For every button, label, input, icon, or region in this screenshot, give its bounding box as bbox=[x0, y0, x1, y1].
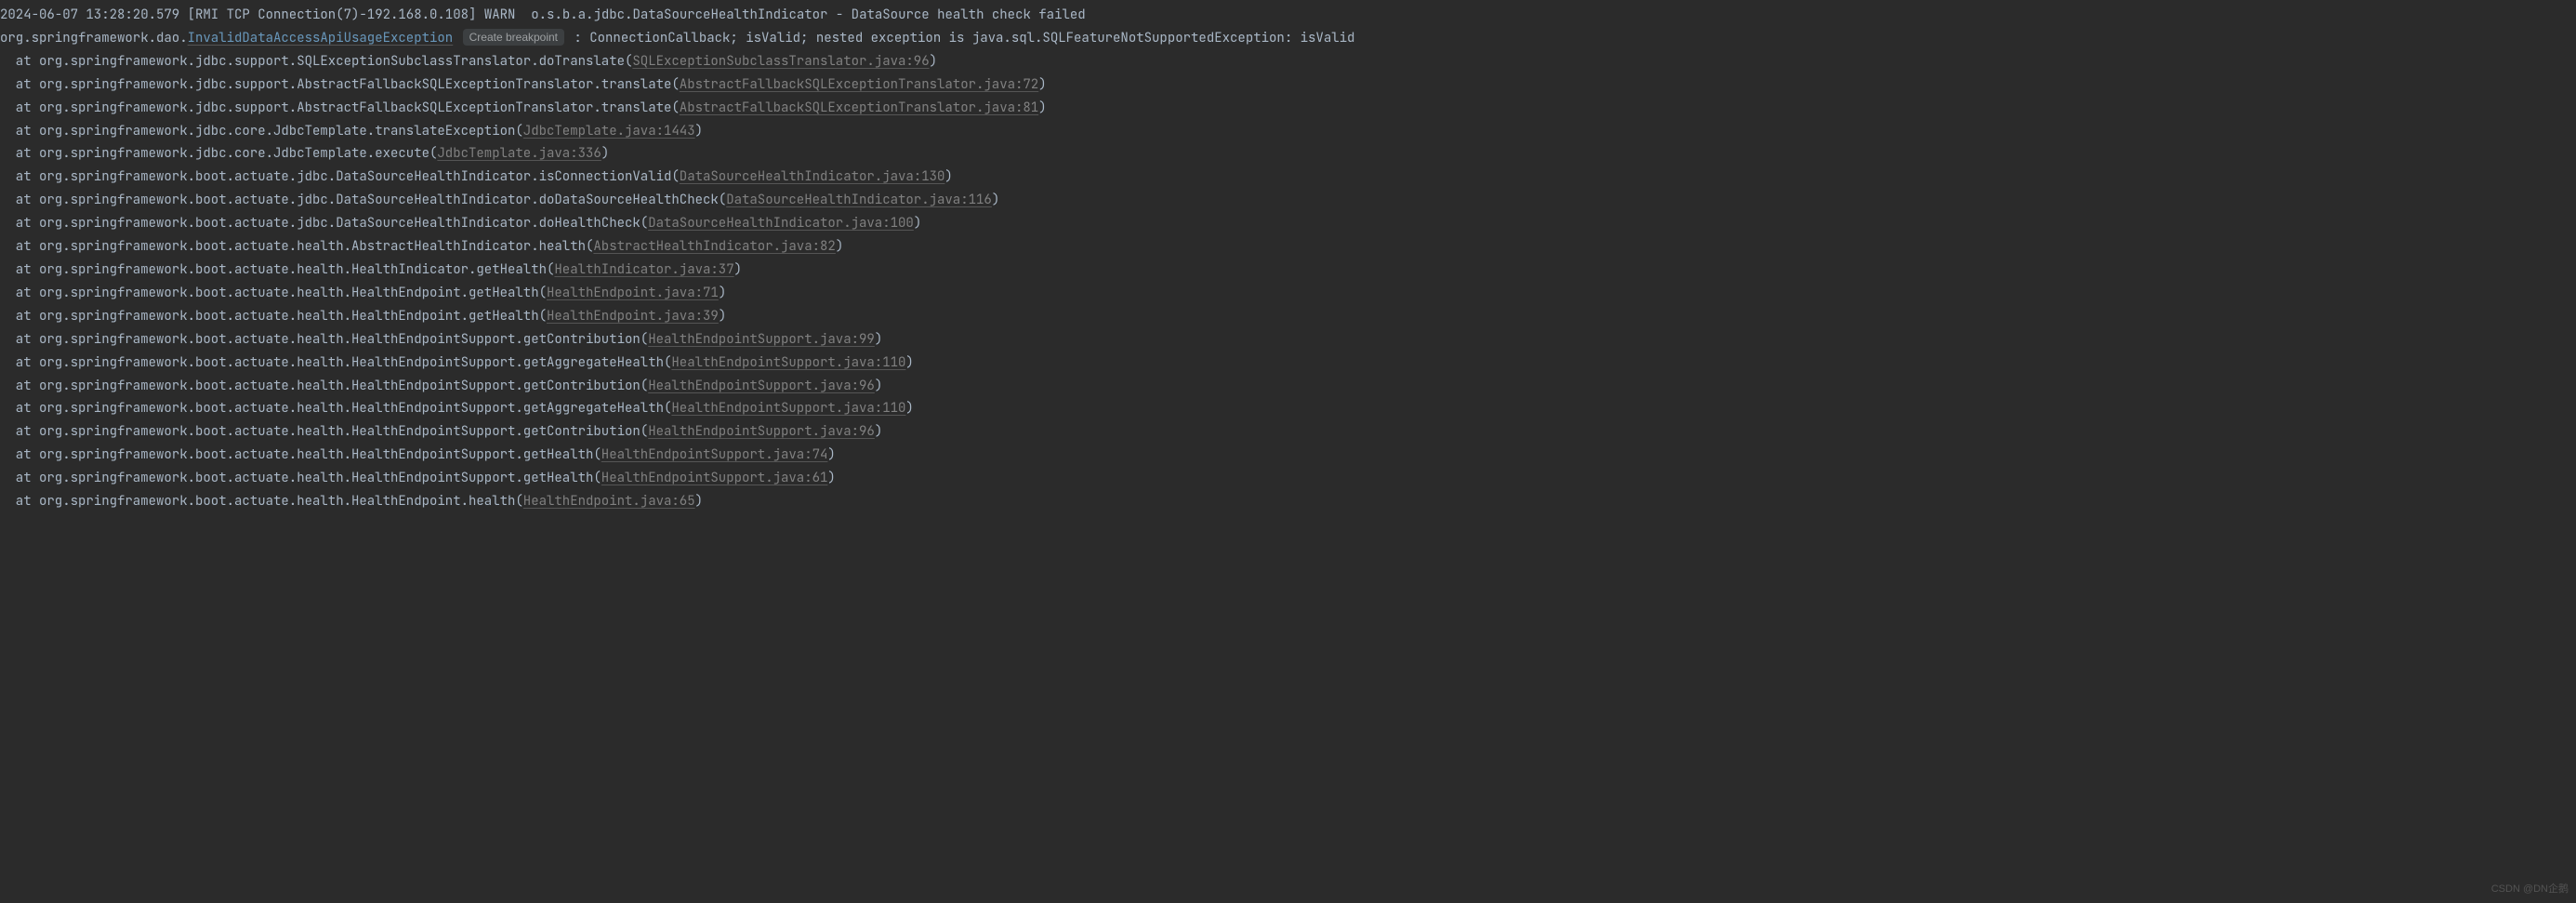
stack-frame-close: ) bbox=[905, 354, 913, 371]
stack-frame: at org.springframework.boot.actuate.heal… bbox=[0, 467, 2576, 490]
stack-frame-method: at org.springframework.jdbc.support.Abst… bbox=[16, 100, 680, 116]
console-log: 2024-06-07 13:28:20.579 [RMI TCP Connect… bbox=[0, 4, 2576, 513]
stack-frame: at org.springframework.boot.actuate.heal… bbox=[0, 259, 2576, 282]
stack-frame: at org.springframework.boot.actuate.heal… bbox=[0, 444, 2576, 467]
stack-frame-close: ) bbox=[695, 123, 703, 139]
stack-frame-method: at org.springframework.boot.actuate.heal… bbox=[16, 470, 601, 486]
stack-frame: at org.springframework.boot.actuate.jdbc… bbox=[0, 189, 2576, 212]
log-header-line: 2024-06-07 13:28:20.579 [RMI TCP Connect… bbox=[0, 4, 2576, 27]
source-link[interactable]: DataSourceHealthIndicator.java:116 bbox=[726, 192, 992, 208]
thread: [RMI TCP Connection(7)-192.168.0.108] bbox=[188, 7, 477, 23]
stack-frame: at org.springframework.boot.actuate.heal… bbox=[0, 235, 2576, 259]
stack-frame: at org.springframework.jdbc.core.JdbcTem… bbox=[0, 142, 2576, 166]
stack-frame-close: ) bbox=[875, 423, 882, 440]
stack-frame-close: ) bbox=[1038, 100, 1046, 116]
stack-frame: at org.springframework.boot.actuate.heal… bbox=[0, 328, 2576, 352]
stack-frame-method: at org.springframework.boot.actuate.jdbc… bbox=[16, 215, 648, 232]
stack-frame-method: at org.springframework.boot.actuate.jdbc… bbox=[16, 168, 680, 185]
stack-frame-close: ) bbox=[827, 470, 835, 486]
stack-frame-close: ) bbox=[875, 331, 882, 348]
separator: - bbox=[836, 7, 843, 23]
source-link[interactable]: HealthEndpointSupport.java:110 bbox=[671, 354, 905, 371]
stack-frame-close: ) bbox=[914, 215, 921, 232]
stack-frame: at org.springframework.boot.actuate.heal… bbox=[0, 352, 2576, 375]
stack-frame-method: at org.springframework.boot.actuate.heal… bbox=[16, 446, 601, 463]
stack-frame-close: ) bbox=[1038, 76, 1046, 93]
stack-frame-close: ) bbox=[992, 192, 999, 208]
stack-frame-close: ) bbox=[945, 168, 952, 185]
stack-trace: at org.springframework.jdbc.support.SQLE… bbox=[0, 50, 2576, 513]
stack-frame-method: at org.springframework.boot.actuate.heal… bbox=[16, 308, 547, 325]
stack-frame: at org.springframework.jdbc.core.JdbcTem… bbox=[0, 120, 2576, 143]
source-link[interactable]: HealthEndpointSupport.java:74 bbox=[601, 446, 828, 463]
stack-frame: at org.springframework.boot.actuate.heal… bbox=[0, 305, 2576, 328]
stack-frame-method: at org.springframework.boot.actuate.heal… bbox=[16, 261, 555, 278]
stack-frame: at org.springframework.jdbc.support.Abst… bbox=[0, 73, 2576, 97]
stack-frame-method: at org.springframework.jdbc.core.JdbcTem… bbox=[16, 123, 523, 139]
source-link[interactable]: HealthEndpoint.java:65 bbox=[523, 493, 695, 510]
stack-frame-close: ) bbox=[601, 145, 609, 162]
stack-frame-close: ) bbox=[719, 285, 726, 301]
stack-frame: at org.springframework.boot.actuate.heal… bbox=[0, 375, 2576, 398]
source-link[interactable]: HealthEndpointSupport.java:99 bbox=[648, 331, 875, 348]
timestamp: 2024-06-07 13:28:20.579 bbox=[0, 7, 179, 23]
watermark: CSDN @DN企鹅 bbox=[2491, 881, 2569, 899]
stack-frame-close: ) bbox=[905, 400, 913, 417]
logger-name: o.s.b.a.jdbc.DataSourceHealthIndicator bbox=[531, 7, 827, 23]
source-link[interactable]: HealthEndpoint.java:71 bbox=[547, 285, 719, 301]
stack-frame-close: ) bbox=[719, 308, 726, 325]
stack-frame-method: at org.springframework.boot.actuate.heal… bbox=[16, 378, 648, 394]
stack-frame-method: at org.springframework.jdbc.support.SQLE… bbox=[16, 53, 633, 70]
source-link[interactable]: JdbcTemplate.java:336 bbox=[437, 145, 601, 162]
stack-frame-close: ) bbox=[836, 238, 843, 255]
source-link[interactable]: AbstractHealthIndicator.java:82 bbox=[593, 238, 835, 255]
exception-class-link[interactable]: InvalidDataAccessApiUsageException bbox=[188, 30, 454, 46]
exception-line: org.springframework.dao.InvalidDataAcces… bbox=[0, 27, 2576, 50]
stack-frame-method: at org.springframework.boot.actuate.heal… bbox=[16, 400, 672, 417]
stack-frame-method: at org.springframework.boot.actuate.heal… bbox=[16, 423, 648, 440]
source-link[interactable]: HealthEndpointSupport.java:96 bbox=[648, 378, 875, 394]
exception-package: org.springframework.dao. bbox=[0, 30, 188, 46]
stack-frame: at org.springframework.boot.actuate.heal… bbox=[0, 490, 2576, 513]
stack-frame-close: ) bbox=[827, 446, 835, 463]
stack-frame-close: ) bbox=[695, 493, 703, 510]
stack-frame-method: at org.springframework.boot.actuate.heal… bbox=[16, 285, 547, 301]
source-link[interactable]: HealthEndpointSupport.java:96 bbox=[648, 423, 875, 440]
stack-frame-method: at org.springframework.boot.actuate.heal… bbox=[16, 331, 648, 348]
stack-frame: at org.springframework.boot.actuate.jdbc… bbox=[0, 212, 2576, 235]
source-link[interactable]: DataSourceHealthIndicator.java:100 bbox=[648, 215, 914, 232]
stack-frame: at org.springframework.boot.actuate.heal… bbox=[0, 397, 2576, 420]
stack-frame: at org.springframework.boot.actuate.heal… bbox=[0, 282, 2576, 305]
stack-frame-method: at org.springframework.boot.actuate.heal… bbox=[16, 493, 523, 510]
stack-frame: at org.springframework.jdbc.support.SQLE… bbox=[0, 50, 2576, 73]
exception-message: : ConnectionCallback; isValid; nested ex… bbox=[574, 30, 1354, 46]
log-level: WARN bbox=[484, 7, 516, 23]
stack-frame-method: at org.springframework.jdbc.support.Abst… bbox=[16, 76, 680, 93]
source-link[interactable]: DataSourceHealthIndicator.java:130 bbox=[680, 168, 945, 185]
stack-frame-close: ) bbox=[930, 53, 937, 70]
source-link[interactable]: HealthIndicator.java:37 bbox=[554, 261, 733, 278]
stack-frame: at org.springframework.boot.actuate.jdbc… bbox=[0, 166, 2576, 189]
source-link[interactable]: JdbcTemplate.java:1443 bbox=[523, 123, 695, 139]
source-link[interactable]: AbstractFallbackSQLExceptionTranslator.j… bbox=[680, 100, 1038, 116]
stack-frame-method: at org.springframework.boot.actuate.heal… bbox=[16, 354, 672, 371]
stack-frame-method: at org.springframework.boot.actuate.jdbc… bbox=[16, 192, 726, 208]
source-link[interactable]: HealthEndpointSupport.java:61 bbox=[601, 470, 828, 486]
stack-frame: at org.springframework.boot.actuate.heal… bbox=[0, 420, 2576, 444]
source-link[interactable]: HealthEndpoint.java:39 bbox=[547, 308, 719, 325]
stack-frame: at org.springframework.jdbc.support.Abst… bbox=[0, 97, 2576, 120]
log-message: DataSource health check failed bbox=[852, 7, 1086, 23]
stack-frame-method: at org.springframework.jdbc.core.JdbcTem… bbox=[16, 145, 438, 162]
stack-frame-close: ) bbox=[734, 261, 742, 278]
create-breakpoint-button[interactable]: Create breakpoint bbox=[463, 29, 564, 46]
stack-frame-method: at org.springframework.boot.actuate.heal… bbox=[16, 238, 594, 255]
source-link[interactable]: AbstractFallbackSQLExceptionTranslator.j… bbox=[680, 76, 1038, 93]
stack-frame-close: ) bbox=[875, 378, 882, 394]
source-link[interactable]: HealthEndpointSupport.java:110 bbox=[671, 400, 905, 417]
source-link[interactable]: SQLExceptionSubclassTranslator.java:96 bbox=[632, 53, 929, 70]
